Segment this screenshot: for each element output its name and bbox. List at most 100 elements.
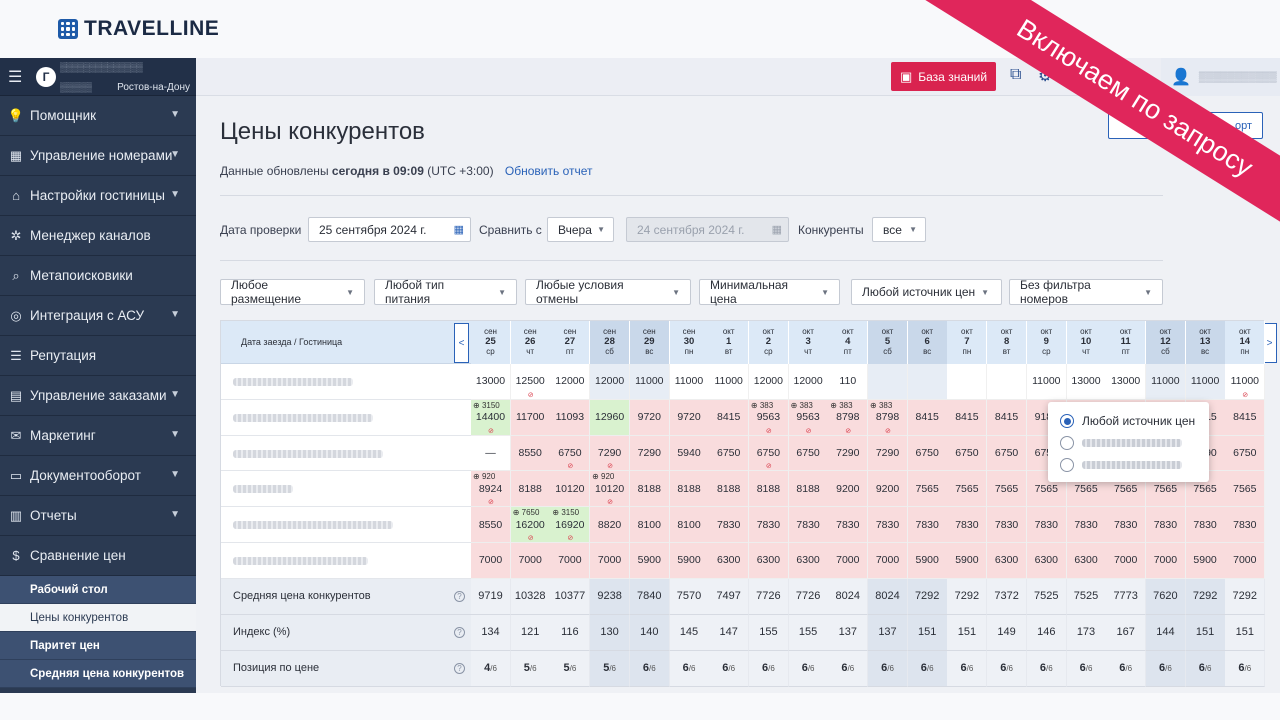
radio-button[interactable] [1060, 414, 1074, 428]
price-cell[interactable]: 12000 [590, 364, 631, 400]
price-cell[interactable]: 6750 [1225, 435, 1266, 472]
price-source-option-0[interactable]: Любой источник цен [1060, 414, 1195, 428]
sidebar-item-8[interactable]: ✉ Маркетинг ▼ [0, 416, 196, 456]
price-cell[interactable]: 8188 [788, 471, 829, 508]
knowledge-base-button[interactable]: ▣ База знаний [891, 62, 996, 91]
price-cell[interactable]: 8798 ⊕ 383 ⊘ [828, 399, 869, 436]
price-cell[interactable]: 7000 [1225, 543, 1266, 579]
price-cell[interactable]: 7830 [868, 507, 908, 543]
price-cell[interactable]: 7000 [828, 543, 869, 579]
price-cell[interactable]: 7830 [987, 507, 1028, 543]
price-cell[interactable]: 11000 [1185, 364, 1226, 400]
price-cell[interactable]: 8188 [669, 471, 710, 508]
filter-select-3[interactable]: Минимальная цена ▼ [699, 278, 840, 306]
price-cell[interactable]: 12000 [550, 364, 591, 400]
price-cell[interactable]: 7830 [788, 507, 829, 543]
price-cell[interactable]: 7000 [1145, 543, 1186, 579]
filter-select-2[interactable]: Любые условия отмены ▼ [525, 278, 691, 306]
competitors-select[interactable]: все ▼ [872, 217, 926, 242]
prev-dates-button[interactable]: < [454, 323, 469, 363]
sidebar-subitem-1[interactable]: Цены конкурентов [0, 604, 196, 632]
price-cell[interactable]: 6300 [987, 543, 1028, 579]
price-cell[interactable]: — [471, 435, 511, 472]
sidebar-subitem-0[interactable]: Рабочий стол [0, 576, 196, 604]
price-cell[interactable]: 7830 [828, 507, 869, 543]
price-cell[interactable]: 11000 [629, 364, 670, 400]
sidebar-item-4[interactable]: ⌕ Метапоисковики [0, 256, 196, 296]
price-cell[interactable]: 7830 [1106, 507, 1147, 543]
price-cell[interactable]: 8188 [510, 471, 551, 508]
price-cell[interactable]: 7290 [629, 435, 670, 472]
sidebar-item-2[interactable]: ⌂ Настройки гостиницы ▼ [0, 176, 196, 216]
price-cell[interactable]: 7565 [947, 471, 988, 508]
check-date-input[interactable]: 25 сентября 2024 г. ▦ [308, 217, 471, 242]
price-cell[interactable]: 5900 [1185, 543, 1226, 579]
price-cell[interactable]: 8820 [590, 507, 631, 543]
price-cell[interactable]: 12000 [788, 364, 829, 400]
price-cell[interactable]: 8924 ⊕ 920 ⊘ [471, 471, 511, 508]
price-cell[interactable]: 6750 ⊘ [550, 435, 591, 472]
price-cell[interactable]: 7565 [987, 471, 1028, 508]
price-cell[interactable]: 11000 [709, 364, 750, 400]
price-cell[interactable]: 8550 [471, 507, 511, 543]
price-cell[interactable]: 13000 [471, 364, 511, 400]
price-cell[interactable]: 7830 [1066, 507, 1107, 543]
price-cell[interactable]: 12000 [748, 364, 789, 400]
price-cell[interactable]: 5900 [669, 543, 710, 579]
sidebar-item-6[interactable]: ☰ Репутация [0, 336, 196, 376]
help-icon[interactable]: ? [454, 662, 465, 674]
price-cell[interactable]: 7830 [1145, 507, 1186, 543]
price-cell[interactable]: 11093 [550, 399, 591, 436]
price-cell[interactable]: 6750 [788, 435, 829, 472]
sidebar-item-7[interactable]: ▤ Управление заказами ▼ [0, 376, 196, 416]
price-cell[interactable]: 6300 [788, 543, 829, 579]
sidebar-item-10[interactable]: ▥ Отчеты ▼ [0, 496, 196, 536]
price-cell[interactable] [868, 364, 908, 400]
price-cell[interactable]: 6750 [709, 435, 750, 472]
sidebar-subitem-2[interactable]: Паритет цен [0, 632, 196, 660]
filter-select-5[interactable]: Без фильтра номеров ▼ [1009, 278, 1163, 306]
price-cell[interactable]: 7290 ⊘ [590, 435, 631, 472]
radio-button[interactable] [1060, 436, 1074, 450]
price-cell[interactable]: 9720 [629, 399, 670, 436]
travelline-logo[interactable]: TRAVELLINE [58, 17, 219, 41]
price-cell[interactable]: 5900 [629, 543, 670, 579]
price-cell[interactable]: 9563 ⊕ 383 ⊘ [748, 399, 789, 436]
radio-button[interactable] [1060, 458, 1074, 472]
sidebar-subitem-3[interactable]: Средняя цена конкурентов [0, 660, 196, 688]
price-cell[interactable]: 6300 [709, 543, 750, 579]
price-cell[interactable]: 8550 [510, 435, 551, 472]
price-cell[interactable]: 11000 [1145, 364, 1186, 400]
price-cell[interactable]: 11700 [510, 399, 551, 436]
price-cell[interactable] [947, 364, 988, 400]
price-cell[interactable] [987, 364, 1028, 400]
price-cell[interactable]: 8100 [629, 507, 670, 543]
price-cell[interactable]: 12500 ⊘ [510, 364, 551, 400]
price-cell[interactable]: 8415 [947, 399, 988, 436]
price-cell[interactable]: 7000 [590, 543, 631, 579]
price-cell[interactable]: 6750 [907, 435, 948, 472]
price-cell[interactable]: 7830 [907, 507, 948, 543]
price-cell[interactable]: 16200 ⊕ 7650 ⊘ [510, 507, 551, 543]
help-icon[interactable]: ? [454, 590, 465, 602]
price-cell[interactable]: 7000 [868, 543, 908, 579]
sidebar-item-9[interactable]: ▭ Документооборот ▼ [0, 456, 196, 496]
price-cell[interactable]: 7830 [709, 507, 750, 543]
price-cell[interactable]: 8188 [629, 471, 670, 508]
price-cell[interactable]: 9563 ⊕ 383 ⊘ [788, 399, 829, 436]
price-cell[interactable]: 8415 [907, 399, 948, 436]
price-cell[interactable]: 7000 [1106, 543, 1147, 579]
help-icon[interactable]: ? [454, 626, 465, 638]
price-cell[interactable]: 6750 ⊘ [748, 435, 789, 472]
sidebar-item-0[interactable]: 💡 Помощник ▼ [0, 96, 196, 136]
price-cell[interactable]: 9720 [669, 399, 710, 436]
price-cell[interactable]: 11000 [669, 364, 710, 400]
compare-select[interactable]: Вчера ▼ [547, 217, 614, 242]
price-cell[interactable]: 14400 ⊕ 3150 ⊘ [471, 399, 511, 436]
price-cell[interactable]: 8415 [1225, 399, 1266, 436]
user-menu[interactable]: 👤 ▒▒▒▒▒▒▒▒▒▒▒ [1161, 58, 1280, 96]
price-cell[interactable] [907, 364, 948, 400]
price-cell[interactable]: 8188 [748, 471, 789, 508]
price-cell[interactable]: 8100 [669, 507, 710, 543]
price-cell[interactable]: 11000 ⊘ [1225, 364, 1266, 400]
